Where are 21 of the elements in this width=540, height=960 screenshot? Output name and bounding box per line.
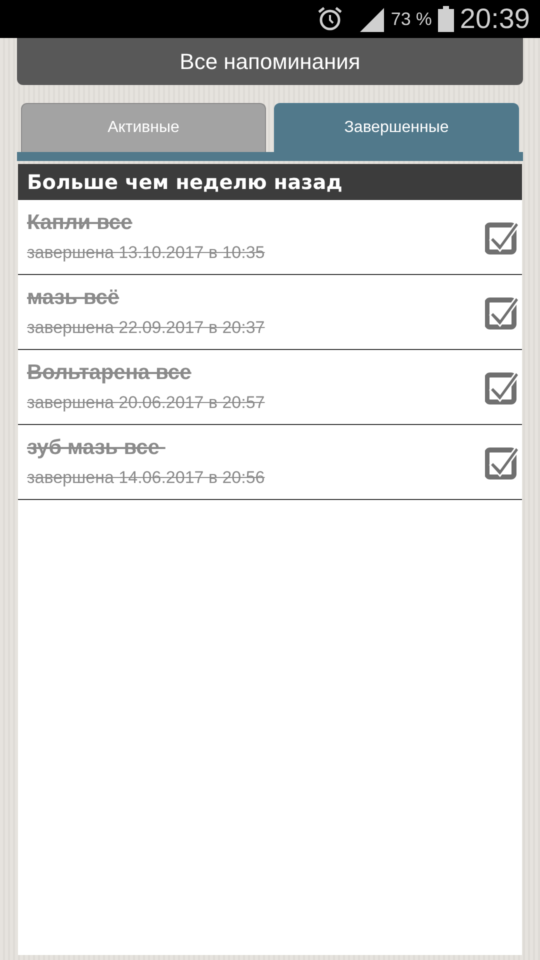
tab[interactable]: Завершенные [274,103,519,152]
completion-date: завершена 14.06.2017 в 20:56 [27,468,265,488]
alarm-clock-icon [316,6,343,32]
reminder-title: Вольтарена все [27,361,192,385]
section-title: Больше чем неделю назад [27,170,342,194]
clock-time: 20:39 [460,3,530,35]
battery-percent: 73 % [390,8,432,30]
tab[interactable]: Активные [21,103,266,152]
reminder-item[interactable]: Капли все завершена 13.10.2017 в 10:35 [18,200,522,275]
reminder-item[interactable]: мазь всё завершена 22.09.2017 в 20:37 [18,275,522,350]
reminder-title: мазь всё [27,286,120,310]
reminder-item[interactable]: зуб мазь все завершена 14.06.2017 в 20:56 [18,425,522,500]
reminder-title: зуб мазь все [27,436,161,460]
signal-icon [358,6,385,32]
reminder-item[interactable]: Вольтарена все завершена 20.06.2017 в 20:57 [18,350,522,425]
battery-icon [438,6,454,32]
completion-date: завершена 22.09.2017 в 20:37 [27,318,265,338]
screen-title: Все напоминания [180,48,360,74]
reminder-title: Капли все [27,211,132,235]
completion-date: завершена 20.06.2017 в 20:57 [27,393,265,413]
completion-date: завершена 13.10.2017 в 10:35 [27,243,265,263]
